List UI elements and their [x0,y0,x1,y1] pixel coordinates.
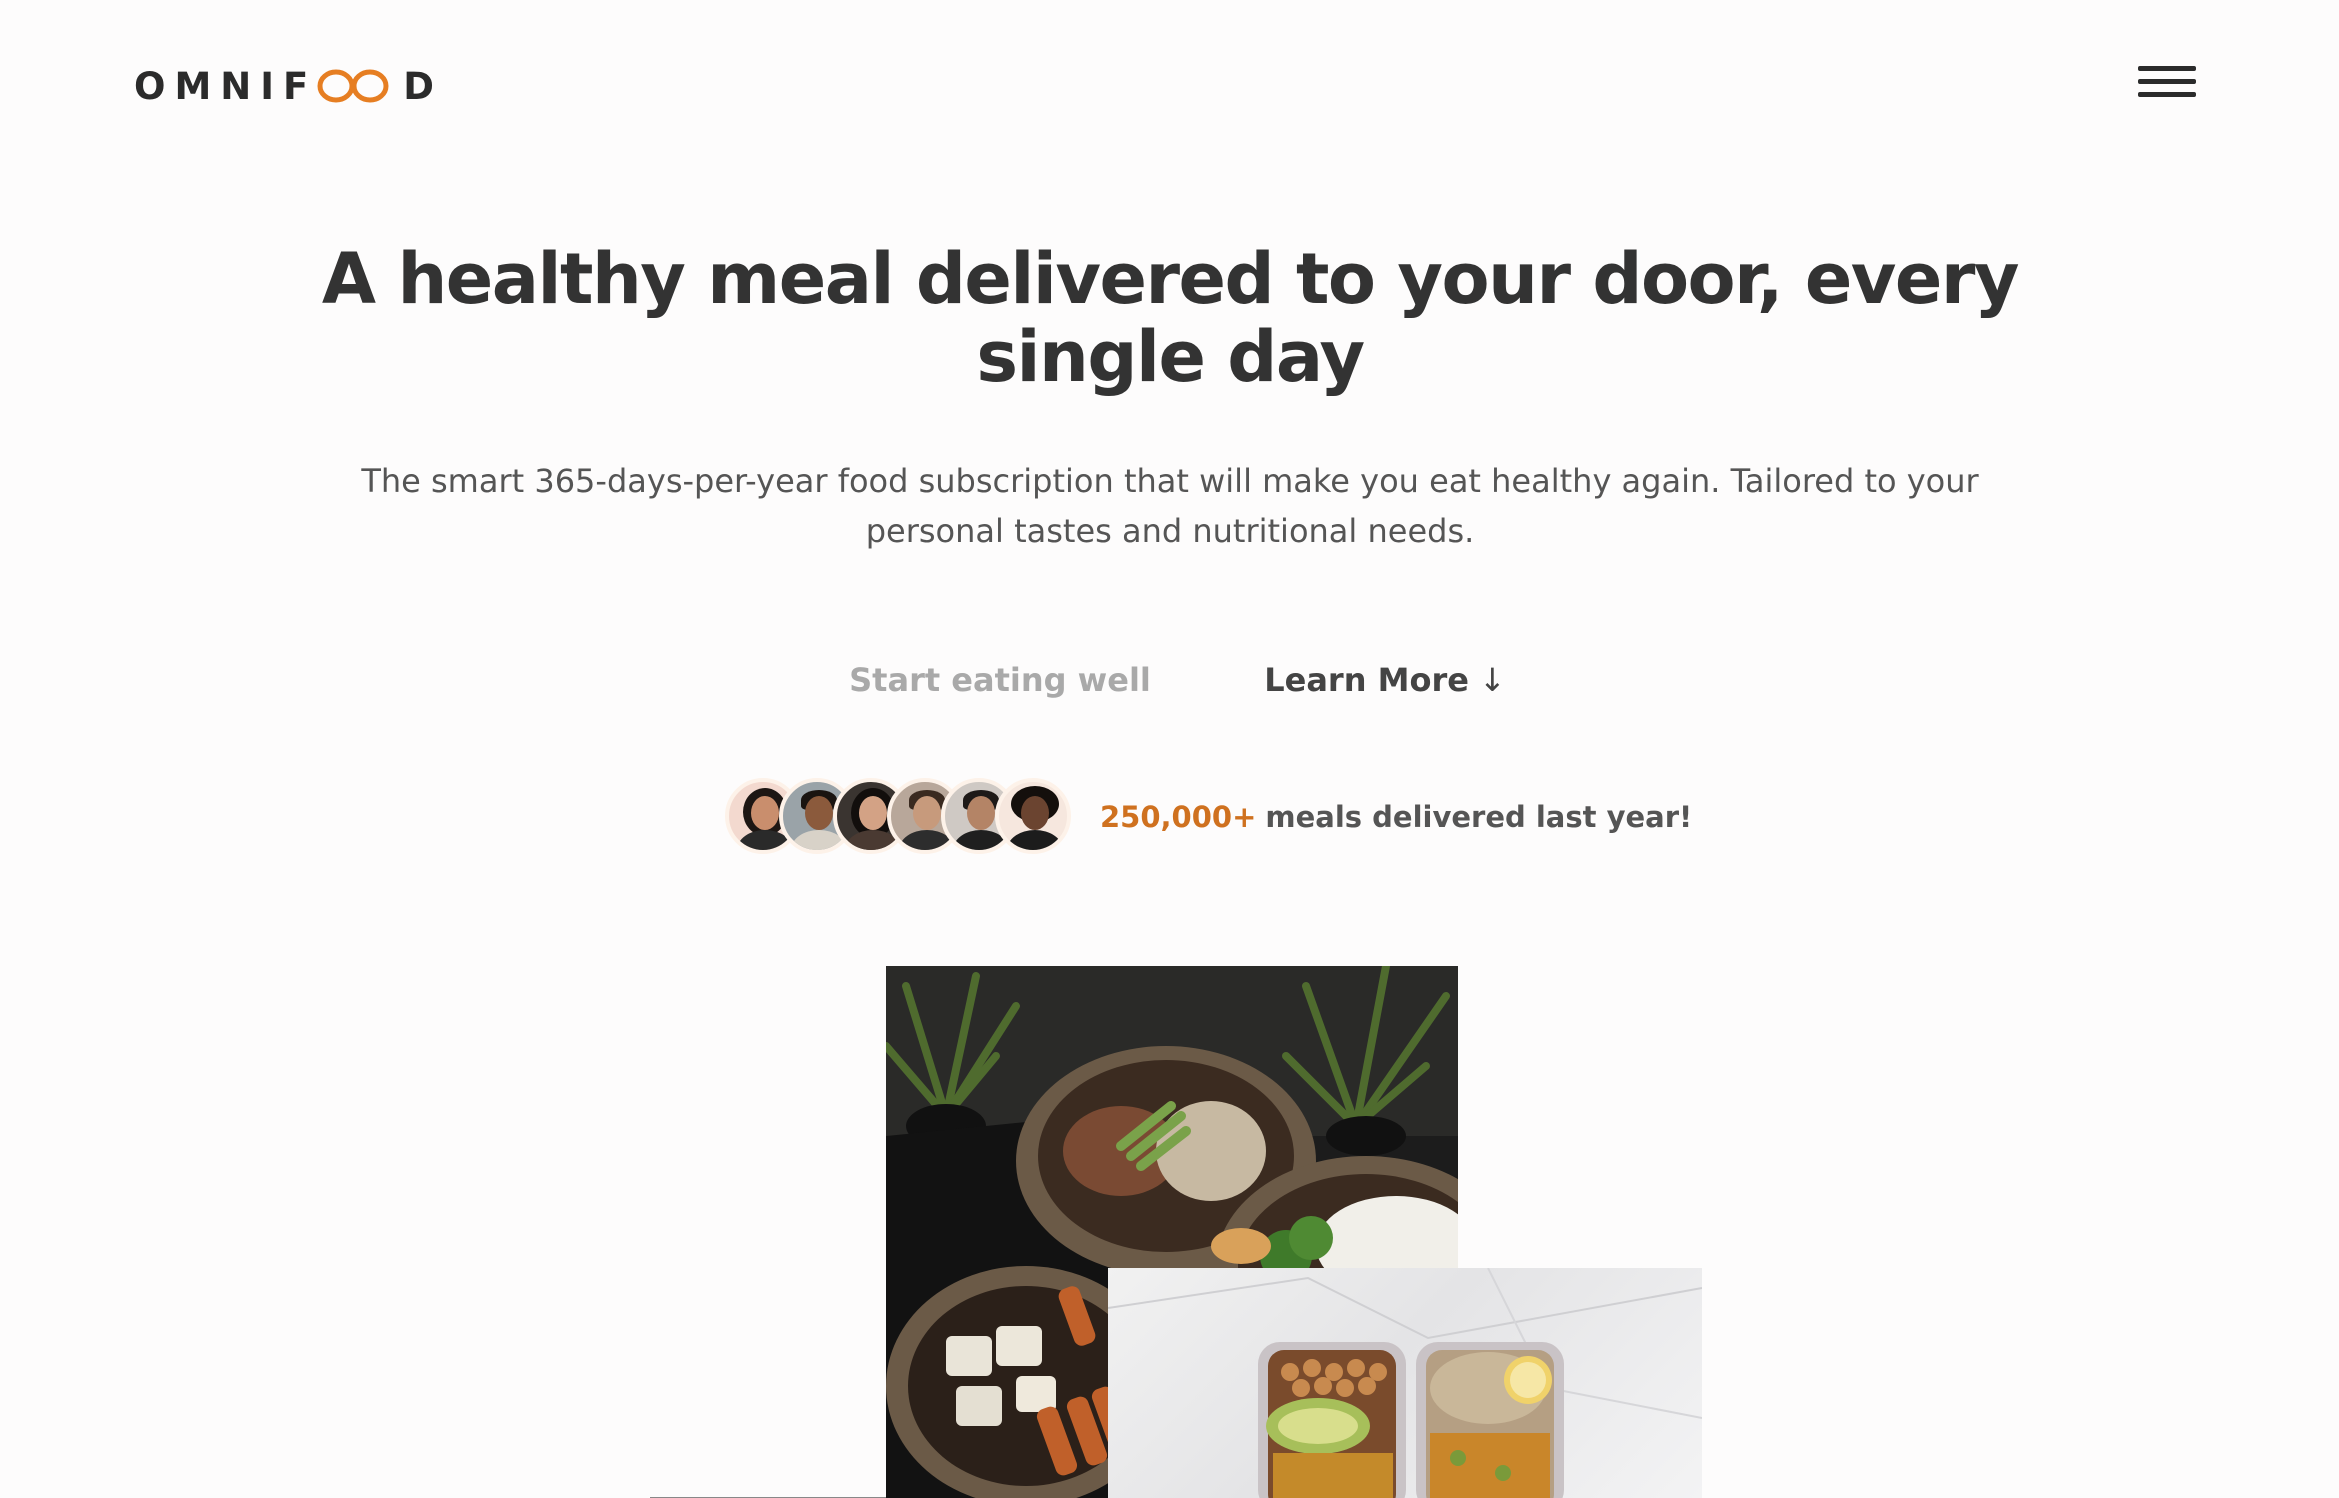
customer-avatar [995,778,1071,854]
meals-delivered-text: 250,000+ meals delivered last year! [1100,793,1692,841]
menu-line [2138,66,2196,71]
customer-avatars [725,778,1071,858]
meals-delivered-count: 250,000+ [1100,800,1257,834]
menu-line [2138,92,2196,97]
infinity-logo-icon [317,69,389,103]
hamburger-menu-icon[interactable] [2134,58,2200,106]
menu-line [2138,79,2196,84]
start-eating-well-button[interactable]: Start eating well [830,648,1170,712]
meal-prep-illustration [1108,1268,1702,1498]
meals-delivered-label: meals delivered last year! [1265,800,1693,834]
learn-more-button[interactable]: Learn More ↓ [1255,648,1515,712]
arrow-down-icon: ↓ [1478,661,1506,699]
hero-title: A healthy meal delivered to your door, e… [321,238,2020,398]
hero-description: The smart 365-days-per-year food subscri… [361,462,1979,550]
omnifood-logo[interactable]: OMNIF D [134,62,443,110]
page: OMNIF D A healthy meal delivered to your… [0,0,2339,1498]
logo-text-prefix: OMNIF [134,64,318,108]
learn-more-label: Learn More [1264,661,1469,699]
hero-image-meal-prep [1108,1268,1702,1498]
logo-text-suffix: D [403,64,443,108]
